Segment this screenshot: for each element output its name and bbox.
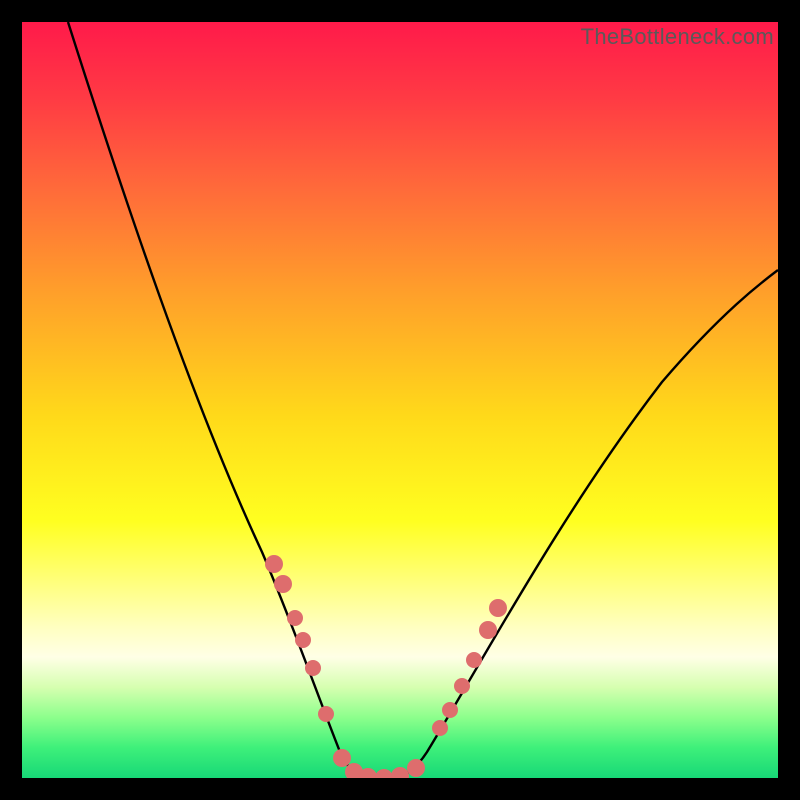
marker-dot: [442, 702, 458, 718]
chart-svg: [22, 22, 778, 778]
watermark-text: TheBottleneck.com: [581, 24, 774, 50]
bottleneck-curve: [68, 22, 778, 778]
marker-dot: [287, 610, 303, 626]
marker-dot: [479, 621, 497, 639]
marker-dot: [466, 652, 482, 668]
marker-dot: [489, 599, 507, 617]
marker-dot: [432, 720, 448, 736]
marker-dot: [274, 575, 292, 593]
marker-dot: [318, 706, 334, 722]
marker-dot: [407, 759, 425, 777]
plot-area: [22, 22, 778, 778]
marker-dot: [391, 767, 409, 778]
chart-frame: TheBottleneck.com: [0, 0, 800, 800]
marker-dot: [295, 632, 311, 648]
highlighted-points: [265, 555, 507, 778]
marker-dot: [305, 660, 321, 676]
marker-dot: [265, 555, 283, 573]
marker-dot: [454, 678, 470, 694]
curve-right: [390, 270, 778, 778]
marker-dot: [333, 749, 351, 767]
curve-left: [68, 22, 374, 778]
marker-dot: [375, 769, 393, 778]
